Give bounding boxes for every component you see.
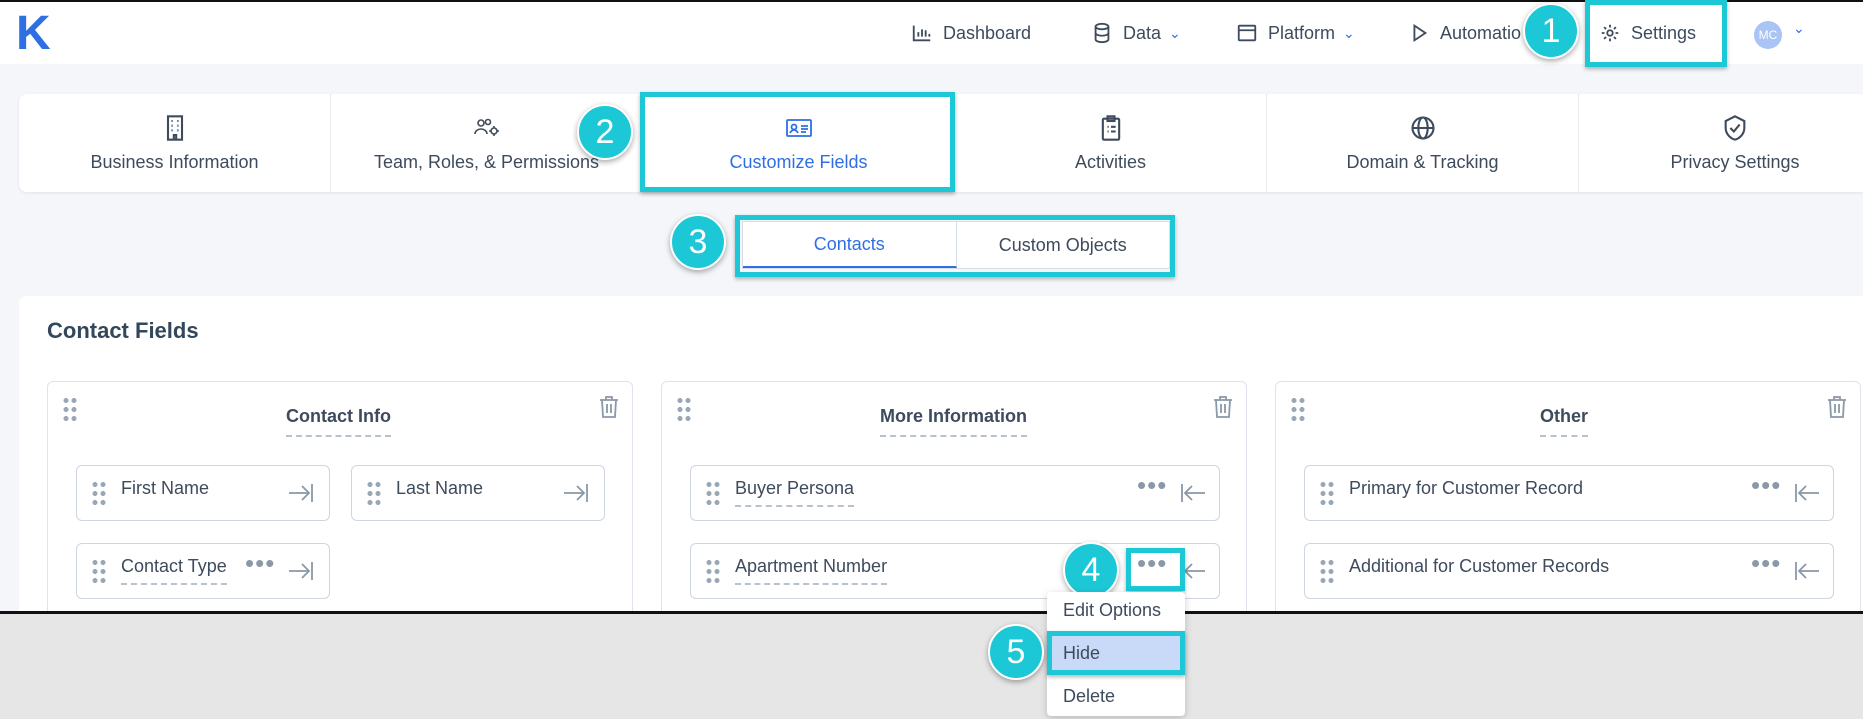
app-logo[interactable]: K — [16, 8, 51, 60]
top-navbar: K Dashboard Data ⌄ Platform ⌄ Automatio … — [0, 0, 1863, 64]
drag-handle-icon[interactable] — [705, 558, 721, 584]
more-options-icon[interactable]: ••• — [1751, 470, 1781, 501]
object-type-toggle: Contacts Custom Objects — [742, 221, 1170, 269]
shield-check-icon — [1724, 114, 1746, 141]
globe-icon — [1410, 115, 1435, 140]
field-apartment-number[interactable]: Apartment Number ••• — [690, 543, 1220, 599]
menu-item-hide[interactable]: Hide — [1047, 635, 1185, 671]
tab-privacy-settings[interactable]: Privacy Settings — [1579, 94, 1863, 192]
nav-platform[interactable]: Platform ⌄ — [1236, 16, 1355, 50]
more-options-icon[interactable]: ••• — [245, 548, 275, 579]
field-additional-for-customer-records[interactable]: Additional for Customer Records ••• — [1304, 543, 1834, 599]
users-gear-icon — [473, 118, 499, 136]
step-badge-4: 4 — [1063, 542, 1119, 598]
tab-business-information[interactable]: Business Information — [19, 94, 331, 192]
step-badge-2: 2 — [577, 104, 633, 160]
group-title[interactable]: Other — [1540, 406, 1589, 437]
move-right-icon[interactable] — [287, 480, 315, 506]
nav-settings[interactable]: Settings — [1599, 16, 1696, 50]
more-options-icon[interactable]: ••• — [1751, 548, 1781, 579]
move-left-icon[interactable] — [1793, 558, 1821, 584]
tab-label: Customize Fields — [729, 151, 868, 172]
id-card-icon — [785, 118, 812, 137]
tab-label: Activities — [1074, 151, 1146, 172]
chevron-down-icon[interactable]: ⌄ — [1793, 20, 1805, 37]
tab-label: Team, Roles, & Permissions — [373, 151, 600, 172]
settings-tabs: Business Information Team, Roles, & Perm… — [19, 94, 1863, 192]
field-group-contact-info[interactable]: Contact Info First Name Last Name Contac… — [47, 381, 633, 621]
field-label: Last Name — [396, 478, 484, 498]
nav-data-label: Data — [1123, 22, 1162, 43]
building-icon — [166, 114, 183, 141]
nav-automation[interactable]: Automatio — [1408, 16, 1521, 50]
step-badge-3: 3 — [670, 214, 726, 270]
drag-handle-icon[interactable] — [1319, 480, 1335, 506]
move-left-icon[interactable] — [1179, 558, 1207, 584]
drag-handle-icon[interactable] — [1290, 396, 1306, 422]
trash-icon[interactable] — [598, 395, 620, 419]
bar-chart-icon — [912, 25, 931, 42]
drag-handle-icon[interactable] — [1319, 558, 1335, 584]
nav-data[interactable]: Data ⌄ — [1091, 16, 1181, 50]
field-buyer-persona[interactable]: Buyer Persona ••• — [690, 465, 1220, 521]
drag-handle-icon[interactable] — [705, 480, 721, 506]
segment-custom-objects[interactable]: Custom Objects — [957, 222, 1170, 268]
move-right-icon[interactable] — [287, 558, 315, 584]
menu-item-edit-options[interactable]: Edit Options — [1047, 592, 1185, 628]
move-right-icon[interactable] — [562, 480, 590, 506]
field-label: Primary for Customer Record — [1349, 478, 1584, 498]
overlay-backdrop — [0, 611, 1863, 719]
field-group-other[interactable]: Other Primary for Customer Record ••• Ad… — [1275, 381, 1861, 621]
nav-automation-label: Automatio — [1440, 22, 1522, 43]
drag-handle-icon[interactable] — [62, 396, 78, 422]
play-icon — [1413, 23, 1428, 43]
drag-handle-icon[interactable] — [676, 396, 692, 422]
chevron-down-icon: ⌄ — [1343, 24, 1355, 41]
trash-icon[interactable] — [1212, 395, 1234, 419]
group-title[interactable]: More Information — [880, 406, 1027, 437]
field-first-name[interactable]: First Name — [76, 465, 330, 521]
field-options-menu: Edit Options Hide Delete — [1047, 592, 1185, 716]
drag-handle-icon[interactable] — [91, 558, 107, 584]
segment-contacts[interactable]: Contacts — [743, 222, 957, 268]
move-left-icon[interactable] — [1793, 480, 1821, 506]
tab-label: Business Information — [90, 151, 259, 172]
nav-settings-label: Settings — [1631, 22, 1697, 43]
database-icon — [1094, 22, 1110, 44]
tab-domain-tracking[interactable]: Domain & Tracking — [1267, 94, 1579, 192]
chevron-down-icon: ⌄ — [1169, 24, 1181, 41]
more-options-icon[interactable]: ••• — [1137, 470, 1167, 501]
field-label: Additional for Customer Records — [1349, 556, 1610, 576]
step-badge-1: 1 — [1523, 3, 1579, 59]
field-label: Contact Type — [121, 556, 227, 585]
field-label: Buyer Persona — [735, 478, 855, 507]
tab-label: Domain & Tracking — [1346, 151, 1499, 172]
more-options-icon[interactable]: ••• — [1137, 548, 1167, 579]
nav-dashboard-label: Dashboard — [943, 22, 1032, 43]
gear-icon — [1601, 24, 1619, 42]
drag-handle-icon[interactable] — [91, 480, 107, 506]
move-left-icon[interactable] — [1179, 480, 1207, 506]
field-label: First Name — [121, 478, 210, 498]
clipboard-icon — [1101, 114, 1120, 141]
group-title[interactable]: Contact Info — [286, 406, 391, 437]
nav-platform-label: Platform — [1268, 22, 1336, 43]
field-primary-for-customer-record[interactable]: Primary for Customer Record ••• — [1304, 465, 1834, 521]
field-last-name[interactable]: Last Name — [351, 465, 605, 521]
section-title: Contact Fields — [47, 318, 199, 343]
field-label: Apartment Number — [735, 556, 888, 585]
trash-icon[interactable] — [1826, 395, 1848, 419]
step-badge-5: 5 — [988, 624, 1044, 680]
tab-label: Privacy Settings — [1670, 151, 1800, 172]
menu-item-delete[interactable]: Delete — [1047, 678, 1185, 714]
field-group-more-information[interactable]: More Information Buyer Persona ••• Apart… — [661, 381, 1247, 621]
nav-dashboard[interactable]: Dashboard — [911, 16, 1031, 50]
tab-customize-fields[interactable]: Customize Fields — [643, 94, 955, 192]
field-contact-type[interactable]: Contact Type ••• — [76, 543, 330, 599]
avatar[interactable]: MC — [1754, 21, 1782, 49]
tab-activities[interactable]: Activities — [955, 94, 1267, 192]
window-icon — [1237, 24, 1257, 42]
drag-handle-icon[interactable] — [366, 480, 382, 506]
